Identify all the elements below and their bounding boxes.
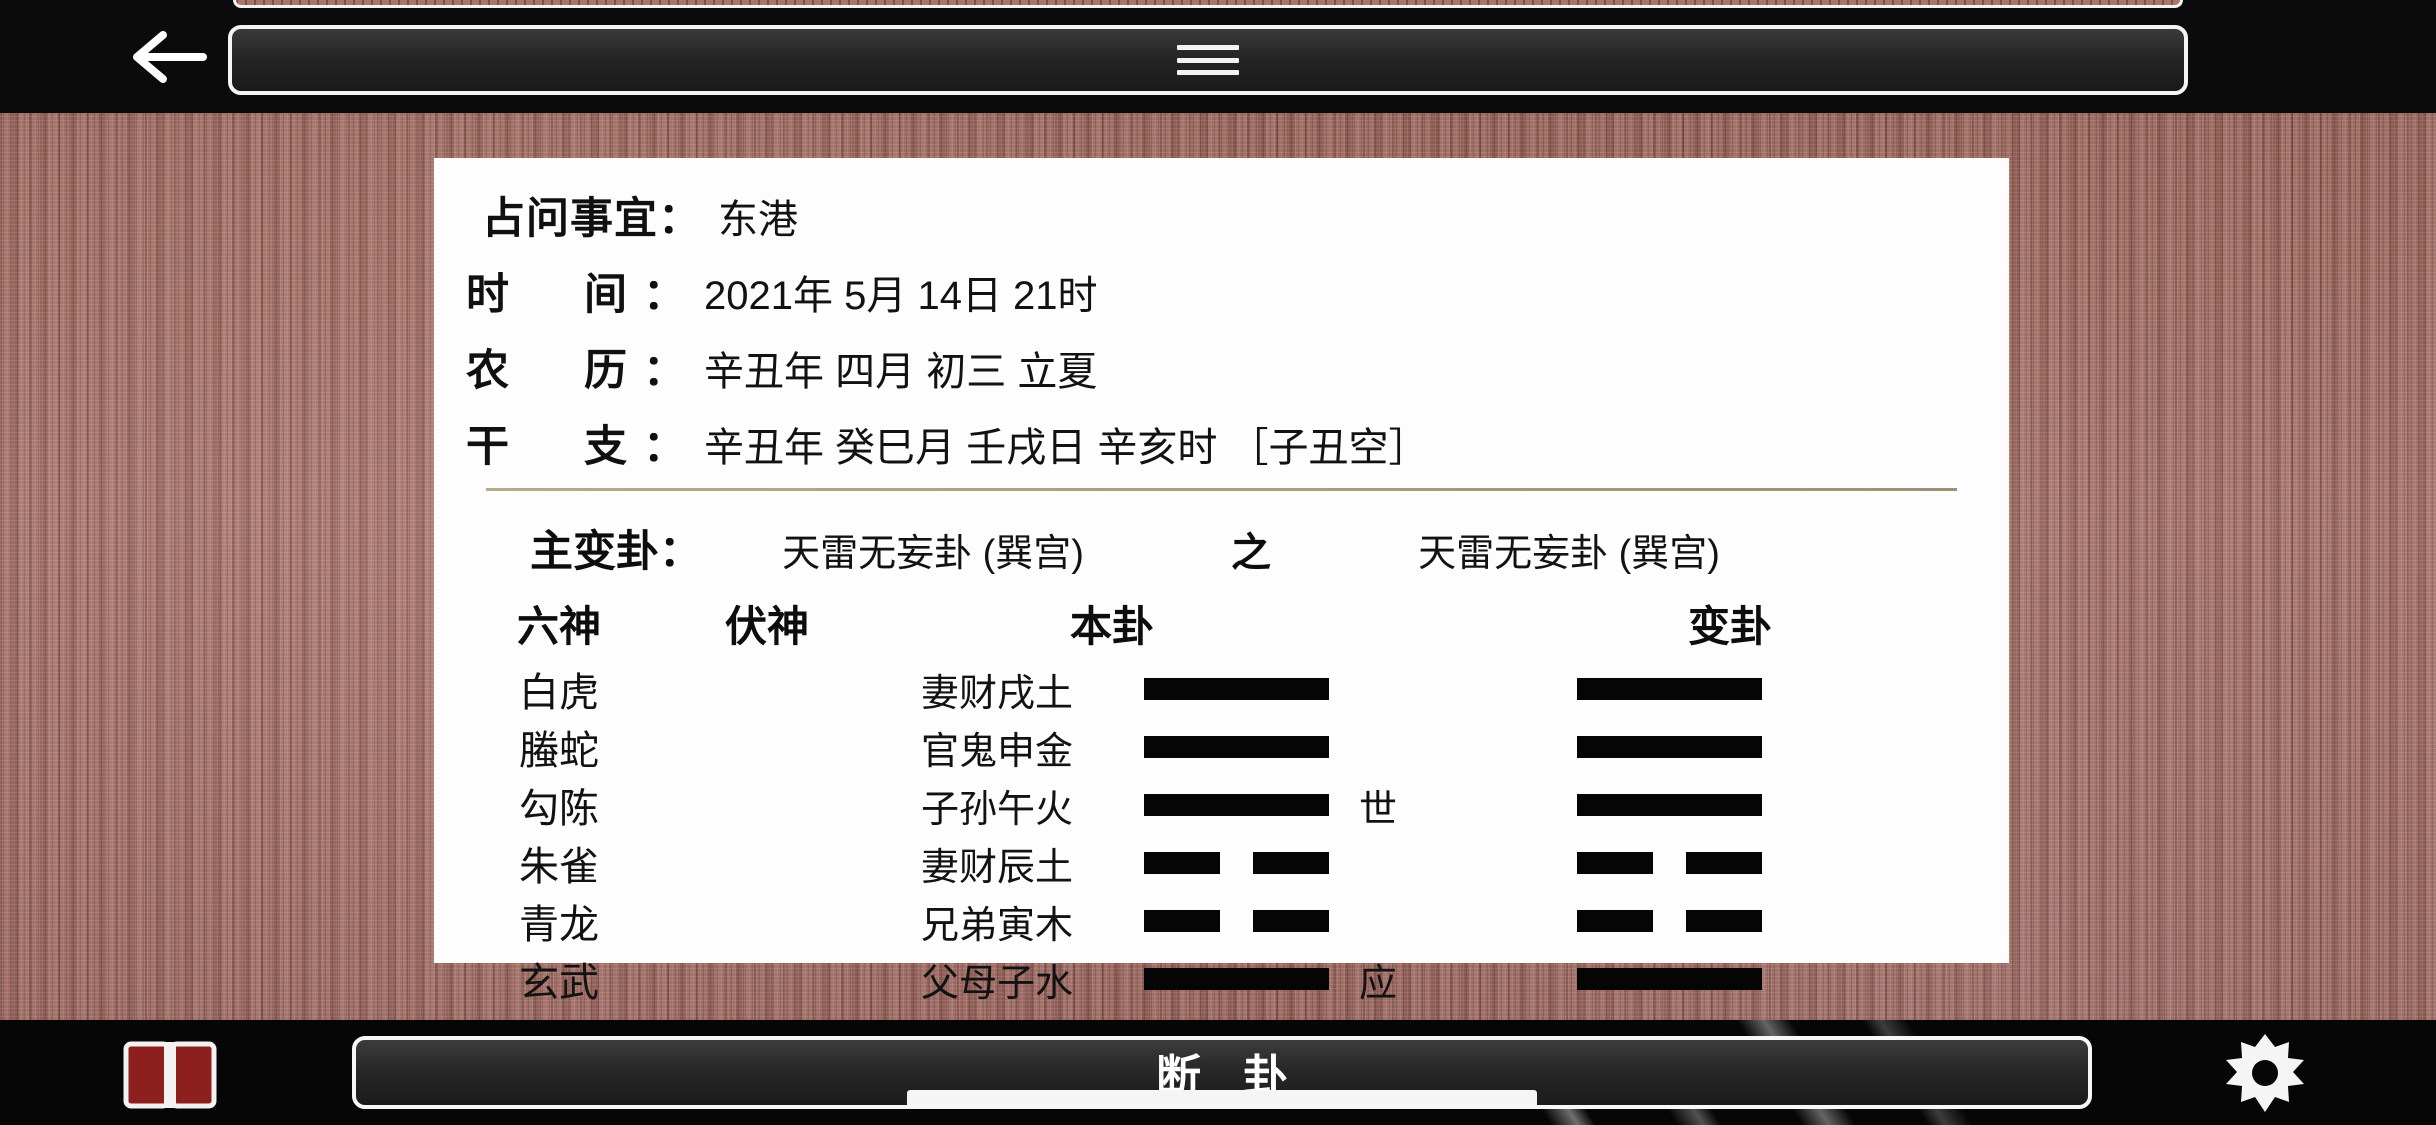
table-column-headers: 六神 伏神 本卦 变卦 <box>434 593 2009 654</box>
yao-solid-biangua <box>1577 678 1762 700</box>
divination-card: 占问事宜： 东港 时 间： 2021年 5月 14日 21时 农 历： 辛丑年 … <box>434 158 2009 1005</box>
cell-shi-ying-mark: 世 <box>1359 788 1398 831</box>
info-row-lunar: 农 历： 辛丑年 四月 初三 立夏 <box>434 336 2009 398</box>
info-label-time: 时 间： <box>466 271 702 319</box>
gua-header: 主变卦： 天雷无妄卦 (巽宫) 之 天雷无妄卦 (巽宫) <box>434 517 2009 579</box>
info-value-time: 2021年 5月 14日 21时 <box>704 274 1098 318</box>
column-header-fushen: 伏神 <box>724 603 809 650</box>
cell-liushen: 朱雀 <box>519 845 599 889</box>
back-button[interactable] <box>118 22 218 92</box>
info-block: 占问事宜： 东港 时 间： 2021年 5月 14日 21时 农 历： 辛丑年 … <box>434 158 2009 474</box>
column-header-bengua: 本卦 <box>1069 603 1154 650</box>
info-row-time: 时 间： 2021年 5月 14日 21时 <box>434 260 2009 322</box>
settings-button[interactable] <box>2222 1034 2308 1116</box>
book-button[interactable] <box>122 1040 218 1110</box>
info-label-lunar: 农 历： <box>466 347 702 395</box>
yao-broken-bengua <box>1144 910 1329 932</box>
cell-line-name: 官鬼申金 <box>920 730 1073 773</box>
info-row-subject: 占问事宜： 东港 <box>434 184 2009 246</box>
gua-original-name: 天雷无妄卦 (巽宫) <box>782 533 1084 575</box>
book-icon <box>122 1041 218 1114</box>
gua-line-rows: 白虎 妻财戌土螣蛇 官鬼申金勾陈 子孙午火 世朱雀 妻财辰土青龙 兄弟寅木玄武 父母子水 应 <box>434 660 2009 1008</box>
cell-liushen: 玄武 <box>519 961 599 1005</box>
cell-line-name: 妻财辰土 <box>920 846 1073 889</box>
top-bar <box>0 0 2436 113</box>
column-header-biangua: 变卦 <box>1687 603 1772 650</box>
gua-row: 玄武 父母子水 应 <box>434 950 2009 1008</box>
cell-liushen: 螣蛇 <box>519 729 599 773</box>
cell-line-name: 兄弟寅木 <box>920 904 1073 947</box>
yao-solid-biangua <box>1577 968 1762 990</box>
cell-line-name: 子孙午火 <box>920 788 1073 831</box>
info-value-subject: 东港 <box>718 198 798 242</box>
gua-main-label: 主变卦： <box>530 528 702 576</box>
column-header-liushen: 六神 <box>516 603 601 650</box>
info-value-ganzhi: 辛丑年 癸巳月 壬戌日 辛亥时 ［子丑空］ <box>704 426 1429 470</box>
cell-liushen: 勾陈 <box>519 787 599 831</box>
yao-solid-bengua <box>1144 968 1329 990</box>
app-screen: 占问事宜： 东港 时 间： 2021年 5月 14日 21时 农 历： 辛丑年 … <box>0 0 2436 1125</box>
yao-broken-biangua <box>1577 852 1762 874</box>
duangua-button[interactable]: 断卦 <box>352 1036 2092 1109</box>
home-indicator <box>907 1090 1537 1105</box>
yao-solid-bengua <box>1144 678 1329 700</box>
info-label-subject: 占问事宜： <box>482 195 702 243</box>
hamburger-menu-icon <box>1177 45 1239 75</box>
cell-line-name: 父母子水 <box>920 962 1073 1005</box>
gua-row: 白虎 妻财戌土 <box>434 660 2009 718</box>
yao-solid-biangua <box>1577 794 1762 816</box>
gua-row: 朱雀 妻财辰土 <box>434 834 2009 892</box>
gear-icon <box>2222 1034 2308 1120</box>
info-value-lunar: 辛丑年 四月 初三 立夏 <box>704 350 1098 394</box>
top-bar-preview-strip <box>233 0 2183 8</box>
cell-shi-ying-mark: 应 <box>1359 962 1398 1005</box>
section-divider <box>486 488 1957 491</box>
cell-line-name: 妻财戌土 <box>920 672 1073 715</box>
gua-row: 螣蛇 官鬼申金 <box>434 718 2009 776</box>
gua-changed-name: 天雷无妄卦 (巽宫) <box>1418 533 1720 575</box>
yao-broken-biangua <box>1577 910 1762 932</box>
cell-liushen: 青龙 <box>519 903 599 947</box>
cell-liushen: 白虎 <box>519 671 599 715</box>
yao-broken-bengua <box>1144 852 1329 874</box>
gua-row: 青龙 兄弟寅木 <box>434 892 2009 950</box>
yao-solid-bengua <box>1144 794 1329 816</box>
yao-solid-biangua <box>1577 736 1762 758</box>
info-row-ganzhi: 干 支： 辛丑年 癸巳月 壬戌日 辛亥时 ［子丑空］ <box>434 412 2009 474</box>
yao-solid-bengua <box>1144 736 1329 758</box>
bottom-bar: 断卦 <box>0 1020 2436 1125</box>
menu-button[interactable] <box>228 25 2188 95</box>
gua-row: 勾陈 子孙午火 世 <box>434 776 2009 834</box>
gua-zhi-label: 之 <box>1231 531 1271 575</box>
back-arrow-icon <box>129 29 207 85</box>
info-label-ganzhi: 干 支： <box>466 423 702 471</box>
